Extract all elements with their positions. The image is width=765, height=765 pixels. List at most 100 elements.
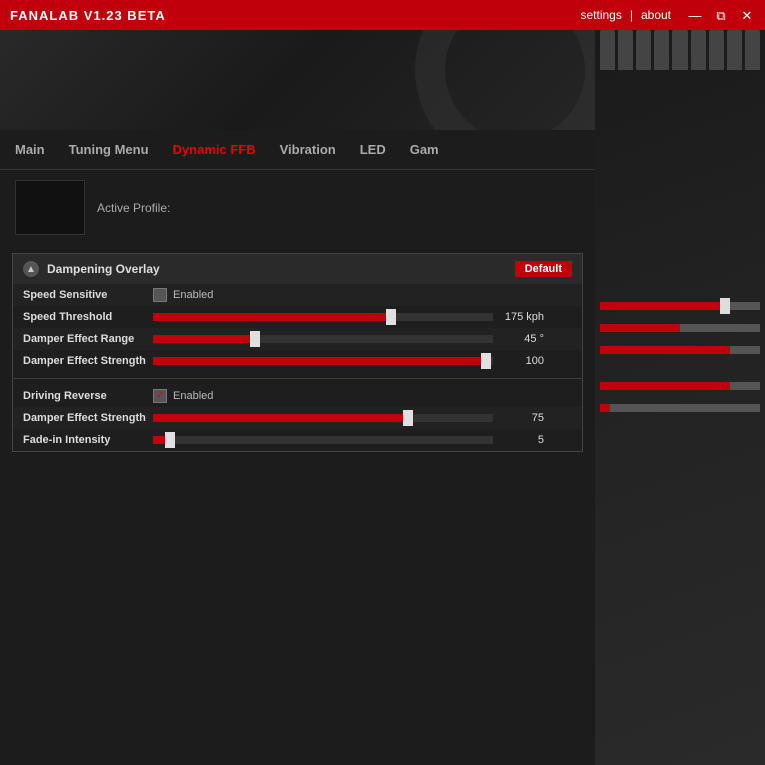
right-gray-4 [730, 382, 760, 390]
fade-in-intensity-value: 5 [499, 434, 544, 446]
app-title: FANALAB V1.23 BETA [10, 8, 166, 23]
fade-in-intensity-row: Fade-in Intensity 5 [13, 429, 582, 451]
settings-link[interactable]: settings [576, 8, 625, 22]
damper-effect-strength-1-track[interactable] [153, 357, 493, 365]
gear-tooth-7 [709, 30, 724, 70]
damper-effect-strength-2-label: Damper Effect Strength [23, 412, 153, 424]
fade-in-intensity-control: 5 [153, 434, 572, 446]
damper-effect-strength-1-label: Damper Effect Strength [23, 355, 153, 367]
right-slider-driving-reverse-strength [595, 375, 765, 397]
gear-tooth-6 [691, 30, 706, 70]
speed-threshold-value: 175 kph [499, 311, 544, 323]
close-button[interactable]: ✕ [739, 9, 755, 22]
right-sliders [595, 295, 765, 419]
right-fill-3 [600, 346, 730, 354]
driving-reverse-checkbox[interactable] [153, 389, 167, 403]
right-fill-5 [600, 404, 610, 412]
damper-effect-range-thumb[interactable] [250, 331, 260, 347]
damper-effect-strength-1-fill [153, 357, 486, 365]
minimize-button[interactable]: — [687, 9, 703, 22]
collapse-icon[interactable]: ▲ [23, 261, 39, 277]
maximize-button[interactable]: ⧉ [713, 9, 729, 22]
tab-vibration[interactable]: Vibration [268, 130, 348, 169]
nav-tabs: Main Tuning Menu Dynamic FFB Vibration L… [0, 130, 595, 170]
driving-reverse-control: Enabled [153, 389, 572, 403]
tab-gam[interactable]: Gam [398, 130, 451, 169]
speed-threshold-row: Speed Threshold 175 kph [13, 306, 582, 328]
fade-in-intensity-label: Fade-in Intensity [23, 434, 153, 446]
right-panel-inner [595, 30, 765, 765]
right-slider-damper-range [595, 317, 765, 339]
fade-in-intensity-fill [153, 436, 170, 444]
damper-effect-strength-1-thumb[interactable] [481, 353, 491, 369]
right-gray-2 [680, 324, 760, 332]
separator-pipe: | [626, 8, 637, 22]
speed-sensitive-checkbox[interactable] [153, 288, 167, 302]
damper-effect-strength-1-control: 100 [153, 355, 572, 367]
right-fill-4 [600, 382, 730, 390]
damper-effect-strength-2-track[interactable] [153, 414, 493, 422]
speed-sensitive-checkbox-label: Enabled [173, 289, 213, 301]
driving-reverse-checkbox-label: Enabled [173, 390, 213, 402]
right-panel [595, 30, 765, 765]
title-bar-controls: — ⧉ ✕ [687, 9, 755, 22]
default-button[interactable]: Default [515, 261, 572, 277]
damper-effect-strength-2-row: Damper Effect Strength 75 [13, 407, 582, 429]
gear-teeth [595, 30, 765, 90]
fade-in-intensity-track[interactable] [153, 436, 493, 444]
fade-in-intensity-thumb[interactable] [165, 432, 175, 448]
damper-effect-range-fill [153, 335, 255, 343]
driving-reverse-row: Driving Reverse Enabled [13, 385, 582, 407]
app-window: Main Tuning Menu Dynamic FFB Vibration L… [0, 0, 595, 765]
speed-sensitive-label: Speed Sensitive [23, 289, 153, 301]
driving-reverse-label: Driving Reverse [23, 390, 153, 402]
damper-effect-strength-1-row: Damper Effect Strength 100 [13, 350, 582, 372]
panel-header: ▲ Dampening Overlay Default [13, 254, 582, 284]
gear-tooth-2 [618, 30, 633, 70]
damper-effect-strength-2-thumb[interactable] [403, 410, 413, 426]
right-thumb-1 [720, 298, 730, 314]
damper-effect-strength-2-value: 75 [499, 412, 544, 424]
tab-led[interactable]: LED [348, 130, 398, 169]
damper-effect-strength-2-fill [153, 414, 408, 422]
damper-effect-range-row: Damper Effect Range 45 ° [13, 328, 582, 350]
dampening-overlay-panel: ▲ Dampening Overlay Default Speed Sensit… [12, 253, 583, 452]
right-slider-speed-threshold [595, 295, 765, 317]
tab-main[interactable]: Main [15, 130, 57, 169]
tab-tuning-menu[interactable]: Tuning Menu [57, 130, 161, 169]
speed-sensitive-row: Speed Sensitive Enabled [13, 284, 582, 306]
profile-label: Active Profile: [97, 201, 170, 215]
damper-effect-strength-2-control: 75 [153, 412, 572, 424]
gear-tooth-4 [654, 30, 669, 70]
tab-dynamic-ffb[interactable]: Dynamic FFB [161, 130, 268, 169]
title-bar-right: settings | about — ⧉ ✕ [576, 8, 755, 22]
damper-effect-range-label: Damper Effect Range [23, 333, 153, 345]
speed-threshold-track[interactable] [153, 313, 493, 321]
right-gray-5 [610, 404, 760, 412]
profile-section: Active Profile: [0, 170, 595, 245]
separator [13, 378, 582, 379]
speed-sensitive-checkbox-wrapper: Enabled [153, 288, 213, 302]
damper-effect-strength-1-value: 100 [499, 355, 544, 367]
speed-threshold-thumb[interactable] [386, 309, 396, 325]
panel-title: Dampening Overlay [47, 262, 160, 276]
damper-effect-range-control: 45 ° [153, 333, 572, 345]
gear-tooth-9 [745, 30, 760, 70]
right-gray-1 [730, 302, 760, 310]
right-slider-fade-in [595, 397, 765, 419]
panel-header-left: ▲ Dampening Overlay [23, 261, 160, 277]
title-bar: FANALAB V1.23 BETA settings | about — ⧉ … [0, 0, 765, 30]
spacer-1 [595, 361, 765, 375]
profile-image [15, 180, 85, 235]
speed-threshold-control: 175 kph [153, 311, 572, 323]
damper-effect-range-track[interactable] [153, 335, 493, 343]
title-bar-links: settings | about [576, 8, 675, 22]
speed-sensitive-control: Enabled [153, 288, 572, 302]
right-gray-3 [730, 346, 760, 354]
gear-tooth-1 [600, 30, 615, 70]
gear-tooth-5 [672, 30, 687, 70]
gear-tooth-3 [636, 30, 651, 70]
right-slider-damper-strength [595, 339, 765, 361]
right-fill-2 [600, 324, 680, 332]
about-link[interactable]: about [637, 8, 675, 22]
